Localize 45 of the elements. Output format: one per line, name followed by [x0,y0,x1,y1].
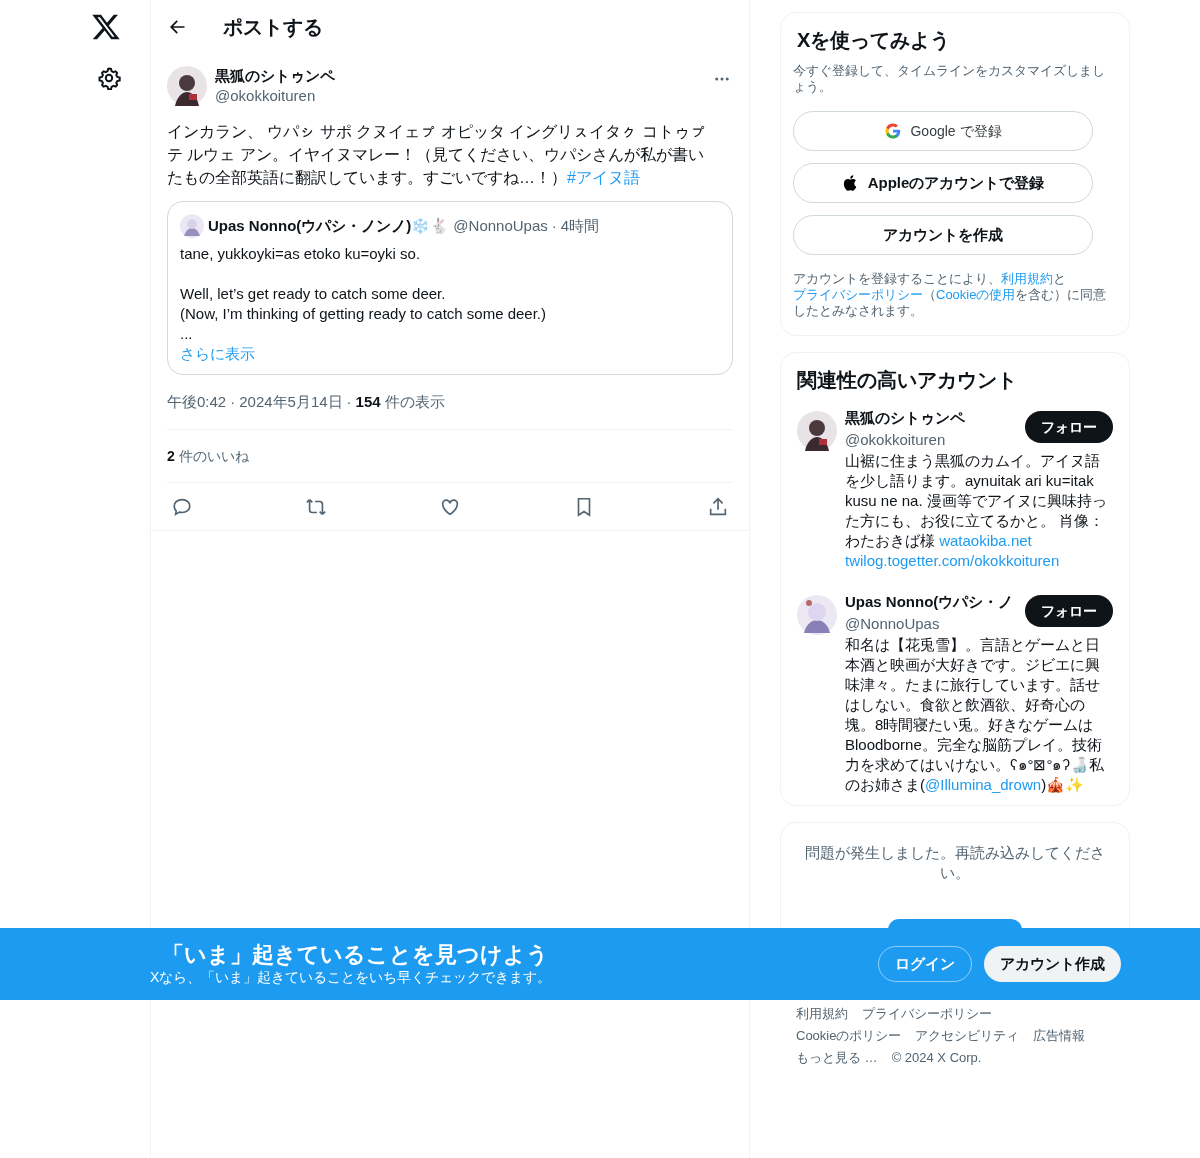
account-bio: 山裾に住まう黒狐のカムイ。アイヌ語を少し語ります。aynuitak ari ku=itak kusu ne na. 漫画等でアイヌに興味持った方にも、お役に立てるかと。 肖像：わたおきば様 wataokiba.net twilog.togetter.com/okokkoituren [845,451,1108,571]
view-count: 154 件の表示 [355,391,445,412]
quoted-author-name: Upas Nonno(ウパシ・ノンノ)❄🐇 [208,216,450,236]
quoted-post-text: Well, let’s get ready to catch some deer. (Now, I’m thinking of getting ready to catch some deer.) ... [180,284,547,344]
footer-link[interactable]: プライバシーポリシー [862,1003,992,1025]
like-count[interactable]: 2 件のいいね [167,445,249,467]
follow-button[interactable]: フォロー [1025,595,1113,627]
card-subtitle: 今すぐ登録して、タイムラインをカスタマイズしましょう。 [793,63,1106,95]
x-logo-icon[interactable] [91,12,121,42]
footer-link[interactable]: 広告情報 [1033,1025,1086,1047]
post-time: 4時間 [560,216,600,236]
post-time[interactable]: 午後0:42 [167,390,227,414]
footer-link[interactable]: © 2024 X Corp. [891,1047,982,1069]
page-title: ポストする [223,15,323,40]
card-title: 関連性の高いアカウント [796,368,1018,393]
banner-title: 「いま」起きていることを見つけよう [162,942,550,968]
footer-link[interactable]: Cookieのポリシー [796,1025,902,1047]
avatar[interactable] [167,66,207,106]
author-name[interactable]: 黒狐のシトゥンペ [215,66,705,86]
quoted-author-handle: @NonnoUpas [453,216,548,236]
author-handle[interactable]: @okokkoituren [215,86,705,106]
avatar[interactable] [797,411,837,451]
error-message: 問題が発生しました。再読み込みしてください。 [804,843,1106,883]
post-date[interactable]: 2024年5月14日 [239,390,343,414]
share-icon[interactable] [707,495,729,518]
account-handle[interactable]: @okokkoituren [845,429,965,451]
account-bio: 和名は【花兎雪】。言語とゲームと日本酒と映画が大好きです。ジビエに興味津々。たまに旅行しています。話せはしない。食欲と飲酒欲、好奇心の塊。8時間寝たい兎。好きなゲームはBloodborne。完全な脳筋プレイ。技術力を求めてはいけない。ʕ๑°⊠°๑ʔ🍶私のお姉さま(@Illumina_drown)🎪✨ [845,635,1105,795]
footer-link[interactable]: アクセシビリティ [915,1025,1020,1047]
quoted-post-text: tane, yukkoyki=as etoko ku=oyki so. [180,244,422,264]
footer-link[interactable]: もっと見る … [796,1047,878,1069]
legal-text: アカウントを登録することにより、利用規約 と プライバシーポリシー（Cookieの使用を含む）に同意したとみなされます。 [793,271,1108,319]
separator-dot: · [551,216,557,236]
account-name[interactable]: Upas Nonno(ウパシ・ノ [845,591,1014,613]
post-text: インカラン、 ウパㇱ サポ クヌイェㇷ゚ オピッタ イングリㇲイタㇰ コトゥㇷ゚テ ルウェ アン。イヤイヌマレー！（見てください、ウパシさんが私が書いたもの全部英語に翻訳しています。すごいですね…！）#アイヌ語 [167,122,707,188]
google-logo-icon [884,122,903,140]
card-title: Xを使ってみよう [796,28,952,53]
banner-subtitle: Xなら、「いま」起きていることをいち早くチェックできます。 [150,968,553,986]
separator-dot: · [346,391,352,412]
account-name[interactable]: 黒狐のシトゥンペ [845,407,965,429]
signup-button[interactable]: アカウント作成 [984,946,1121,982]
follow-button[interactable]: フォロー [1025,411,1113,443]
separator-dot: · [230,391,236,412]
account-handle[interactable]: @NonnoUpas [845,613,1014,635]
footer-link[interactable]: 利用規約 [796,1003,848,1025]
settings-icon[interactable] [97,66,121,90]
